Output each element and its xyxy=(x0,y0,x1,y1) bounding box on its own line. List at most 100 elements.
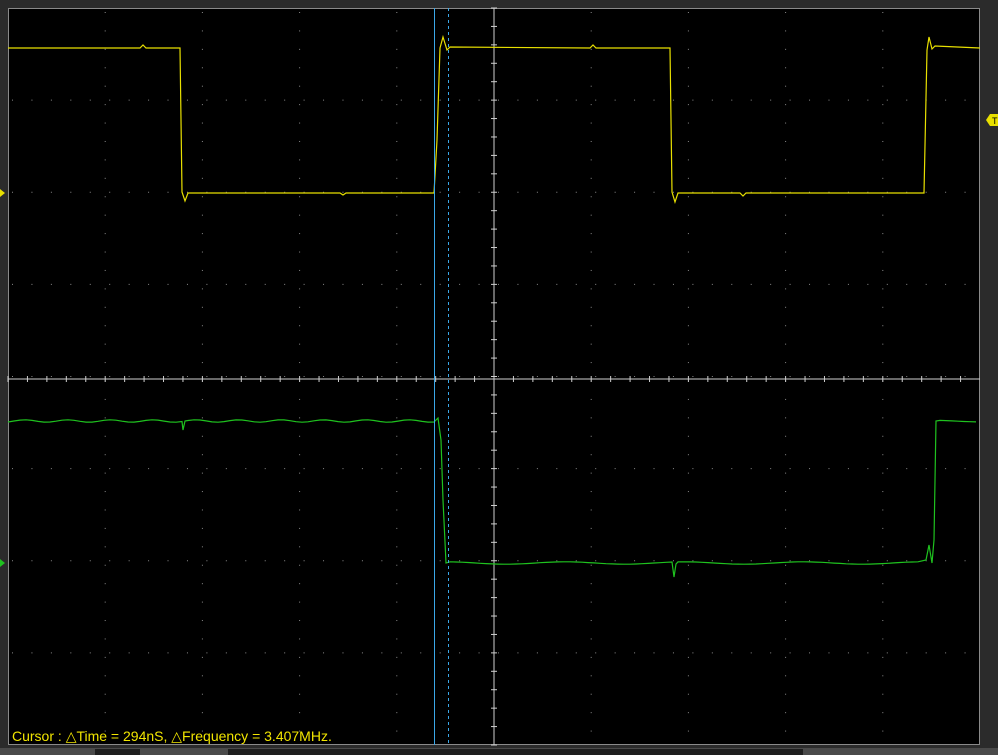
grid-dot xyxy=(128,468,130,470)
grid-dot xyxy=(634,283,636,285)
grid-dot xyxy=(104,638,106,640)
grid-dot xyxy=(186,283,188,285)
time-cursor-group[interactable] xyxy=(434,8,449,745)
grid-dot xyxy=(299,325,301,327)
grid-dot xyxy=(809,376,811,377)
grid-dot xyxy=(498,468,499,470)
grid-dot xyxy=(12,283,13,285)
grid-dot xyxy=(206,560,208,562)
grid-dot xyxy=(299,122,301,124)
grid-dot xyxy=(396,214,398,216)
grid-dot xyxy=(303,283,305,285)
grid-dot xyxy=(104,48,106,50)
grid-dot xyxy=(785,196,787,198)
grid-dot xyxy=(264,560,266,562)
grid-dot xyxy=(590,233,592,235)
grid-dot xyxy=(687,546,689,548)
grid-dot xyxy=(498,560,499,562)
grid-dot xyxy=(964,468,966,470)
grid-dot xyxy=(396,712,398,714)
grid-dot xyxy=(201,546,203,548)
grid-dot xyxy=(770,468,772,470)
grid-dot xyxy=(945,99,947,101)
grid-dot xyxy=(590,417,592,419)
grid-dot xyxy=(687,730,689,732)
grid-dot xyxy=(964,376,966,377)
grid-dot xyxy=(148,283,150,285)
grid-dot xyxy=(590,343,592,345)
grid-dot xyxy=(206,283,208,285)
grid-dot xyxy=(299,693,301,695)
grid-dot xyxy=(809,652,811,654)
grid-dot xyxy=(672,468,674,470)
grid-dot xyxy=(575,652,577,654)
grid-dot xyxy=(303,652,305,654)
grid-dot xyxy=(396,601,398,603)
grid-dot xyxy=(299,583,301,585)
grid-dot xyxy=(945,468,947,470)
grid-dot xyxy=(595,652,597,654)
grid-dot xyxy=(104,140,106,142)
grid-dot xyxy=(785,712,787,714)
grid-dot xyxy=(148,468,150,470)
grid-dot xyxy=(785,30,787,32)
grid-dot xyxy=(687,398,689,400)
grid-dot xyxy=(201,362,203,364)
grid-dot xyxy=(104,269,106,271)
grid-dot xyxy=(284,376,286,377)
grid-dot xyxy=(104,435,106,437)
grid-dot xyxy=(89,99,91,101)
grid-dot xyxy=(245,468,247,470)
trigger-level-marker-icon[interactable]: T xyxy=(986,114,998,126)
grid-dot xyxy=(590,325,592,327)
grid-dot xyxy=(882,104,884,106)
grid-dot xyxy=(245,376,247,377)
grid-dot xyxy=(206,468,208,470)
grid-dot xyxy=(785,159,787,161)
grid-dot xyxy=(167,468,169,470)
grid-dot xyxy=(201,693,203,695)
grid-dot xyxy=(299,601,301,603)
grid-dot xyxy=(396,30,398,32)
grid-dot xyxy=(361,283,363,285)
grid-dot xyxy=(590,269,592,271)
grid-dot xyxy=(396,509,398,511)
grid-dot xyxy=(201,67,203,69)
grid-dot xyxy=(104,104,106,106)
ch1-ground-marker-icon xyxy=(0,189,5,197)
grid-dot xyxy=(614,560,616,562)
grid-dot xyxy=(590,251,592,253)
grid-dot xyxy=(906,468,908,470)
grid-dot xyxy=(750,560,752,562)
grid-dot xyxy=(886,99,888,101)
grid-dot xyxy=(770,99,772,101)
grid-dot xyxy=(687,12,689,13)
grid-dot xyxy=(323,283,325,285)
grid-dot xyxy=(299,48,301,50)
grid-dot xyxy=(104,527,106,529)
grid-dot xyxy=(590,12,592,13)
grid-dot xyxy=(396,122,398,124)
grid-dot xyxy=(687,638,689,640)
grid-dot xyxy=(770,283,772,285)
grid-dot xyxy=(381,560,383,562)
grid-dot xyxy=(225,376,227,377)
grid-dot xyxy=(828,652,830,654)
grid-dot xyxy=(731,376,733,377)
grid-dot xyxy=(50,560,52,562)
grid-dot xyxy=(711,99,713,101)
grid-dot xyxy=(590,288,592,290)
grid-dot xyxy=(104,491,106,493)
grid-dot xyxy=(498,283,499,285)
grid-dot xyxy=(672,99,674,101)
grid-dot xyxy=(590,730,592,732)
grid-dot xyxy=(692,99,694,101)
grid-dot xyxy=(634,560,636,562)
grid-dot xyxy=(225,99,227,101)
grid-dot xyxy=(89,283,91,285)
grid-dot xyxy=(964,191,966,193)
grid-dot xyxy=(104,564,106,566)
grid-dot xyxy=(687,48,689,50)
grid-dot xyxy=(882,675,884,677)
grid-dot xyxy=(964,652,966,654)
